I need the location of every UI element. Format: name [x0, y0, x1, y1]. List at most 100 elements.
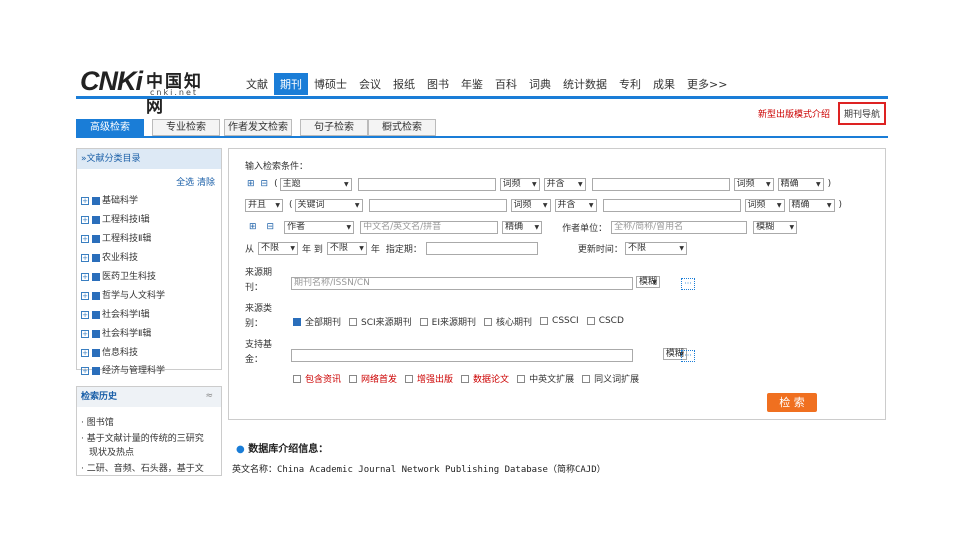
nav-item[interactable]: 词典 [523, 73, 557, 95]
remove-row-icon[interactable]: ⊟ [261, 179, 269, 189]
add-author-icon[interactable]: ⊞ [249, 222, 257, 232]
source-type-all[interactable]: 全部期刊 [293, 315, 345, 328]
add-row-icon[interactable]: ⊞ [247, 179, 255, 189]
expand-icon[interactable]: + [81, 253, 89, 262]
expand-icon[interactable]: + [81, 272, 89, 281]
freq-select-2[interactable]: 词频 [744, 198, 785, 212]
operator-select[interactable]: 并含 [543, 177, 586, 191]
from-year-select[interactable]: 不限 [258, 241, 299, 255]
nav-item-more[interactable]: 更多>> [681, 73, 733, 95]
tab-professional-search[interactable]: 专业检索 [152, 119, 220, 136]
nav-item[interactable]: 图书 [421, 73, 455, 95]
nav-item[interactable]: 统计数据 [557, 73, 613, 95]
category-item[interactable]: + 基础科学 [81, 193, 138, 206]
keyword-input-2[interactable] [591, 177, 730, 191]
history-item[interactable]: · 图书馆 [81, 415, 114, 428]
freq-select[interactable]: 词频 [510, 198, 551, 212]
source-type-core[interactable]: 核心期刊 [484, 315, 536, 328]
source-input[interactable]: 期刊名称/ISSN/CN [291, 277, 633, 290]
org-match-select[interactable]: 模糊 [753, 220, 798, 234]
keyword-input[interactable] [368, 198, 507, 212]
fund-input[interactable] [291, 349, 633, 362]
tab-advanced-search[interactable]: 高级检索 [76, 119, 144, 136]
checkbox[interactable] [461, 375, 470, 383]
nav-item[interactable]: 会议 [353, 73, 387, 95]
category-item[interactable]: + 工程科技Ⅱ辑 [81, 231, 151, 244]
history-item[interactable]: · 基于文献计量的传统的三研究 [81, 431, 204, 444]
nav-item[interactable]: 专利 [613, 73, 647, 95]
checkbox[interactable] [419, 318, 428, 326]
clear-link[interactable]: 清除 [197, 178, 215, 188]
option-online-first[interactable]: 网络首发 [349, 372, 401, 385]
fund-more-button[interactable]: ··· [681, 350, 695, 362]
checkbox[interactable] [586, 316, 595, 325]
source-type-cscd[interactable]: CSCD [586, 316, 628, 326]
checkbox[interactable] [92, 366, 100, 375]
org-input[interactable]: 全称/简称/曾用名 [611, 220, 748, 234]
source-more-button[interactable]: ··· [681, 278, 695, 290]
freq-select[interactable]: 词频 [499, 177, 540, 191]
checkbox[interactable] [92, 272, 100, 281]
nav-item-active[interactable]: 期刊 [274, 73, 308, 95]
expand-icon[interactable]: + [81, 348, 89, 357]
expand-icon[interactable]: + [81, 291, 89, 300]
checkbox[interactable] [293, 318, 301, 326]
option-data-paper[interactable]: 数据论文 [461, 372, 513, 385]
checkbox[interactable] [484, 318, 493, 326]
date-input[interactable] [425, 241, 538, 255]
expand-icon[interactable]: + [81, 329, 89, 338]
checkbox[interactable] [293, 375, 301, 383]
cnki-logo[interactable]: CNKi 中国知网 cnki.net [80, 66, 220, 117]
expand-icon[interactable]: + [81, 366, 89, 375]
expand-icon[interactable]: + [81, 215, 89, 224]
expand-icon[interactable]: + [81, 234, 89, 243]
option-include-news[interactable]: 包含资讯 [293, 372, 345, 385]
checkbox[interactable] [405, 375, 414, 383]
source-type-sci[interactable]: SCI来源期刊 [349, 315, 416, 328]
update-select[interactable]: 不限 [624, 241, 687, 255]
keyword-input-2[interactable] [602, 198, 741, 212]
checkbox[interactable] [92, 253, 100, 262]
category-item[interactable]: + 社会科学Ⅱ辑 [81, 326, 151, 339]
nav-item[interactable]: 年鉴 [455, 73, 489, 95]
option-synonym-expand[interactable]: 同义词扩展 [582, 372, 643, 385]
nav-item[interactable]: 百科 [489, 73, 523, 95]
checkbox[interactable] [349, 318, 358, 326]
checkbox[interactable] [582, 375, 591, 383]
checkbox[interactable] [92, 196, 100, 205]
logic-select[interactable]: 并且 [245, 198, 283, 212]
option-enhanced[interactable]: 增强出版 [405, 372, 457, 385]
match-select[interactable]: 精确 [788, 198, 835, 212]
operator-select[interactable]: 并含 [554, 198, 597, 212]
history-item-cont[interactable]: 现状及热点 [89, 445, 134, 458]
nav-item[interactable]: 文献 [240, 73, 274, 95]
author-input[interactable]: 中文名/英文名/拼音 [360, 220, 499, 234]
checkbox[interactable] [540, 316, 549, 325]
checkbox[interactable] [92, 348, 100, 357]
nav-item[interactable]: 成果 [647, 73, 681, 95]
checkbox[interactable] [349, 375, 358, 383]
source-type-cssci[interactable]: CSSCI [540, 316, 583, 326]
nav-item[interactable]: 报纸 [387, 73, 421, 95]
field-select[interactable]: 主题 [279, 177, 352, 191]
checkbox[interactable] [517, 375, 526, 383]
tab-window-search[interactable]: 橱式检索 [368, 119, 436, 136]
field-select[interactable]: 关键词 [294, 198, 363, 212]
search-button[interactable]: 检 索 [767, 393, 817, 412]
category-item[interactable]: + 社会科学Ⅰ辑 [81, 307, 150, 320]
source-match-select[interactable]: 模糊 [636, 276, 661, 288]
checkbox[interactable] [92, 215, 100, 224]
category-item[interactable]: + 哲学与人文科学 [81, 288, 165, 301]
match-select[interactable]: 精确 [777, 177, 824, 191]
category-item[interactable]: + 经济与管理科学 [81, 363, 165, 376]
to-year-select[interactable]: 不限 [326, 241, 367, 255]
remove-author-icon[interactable]: ⊟ [267, 222, 275, 232]
checkbox[interactable] [92, 234, 100, 243]
author-match-select[interactable]: 精确 [502, 220, 543, 234]
expand-icon[interactable]: + [81, 310, 89, 319]
history-item[interactable]: · 二研、音频、石头器，基于文 [81, 461, 204, 474]
checkbox[interactable] [92, 329, 100, 338]
author-field-select[interactable]: 作者 [284, 220, 355, 234]
select-all-link[interactable]: 全选 [176, 178, 194, 188]
source-type-ei[interactable]: EI来源期刊 [419, 315, 480, 328]
